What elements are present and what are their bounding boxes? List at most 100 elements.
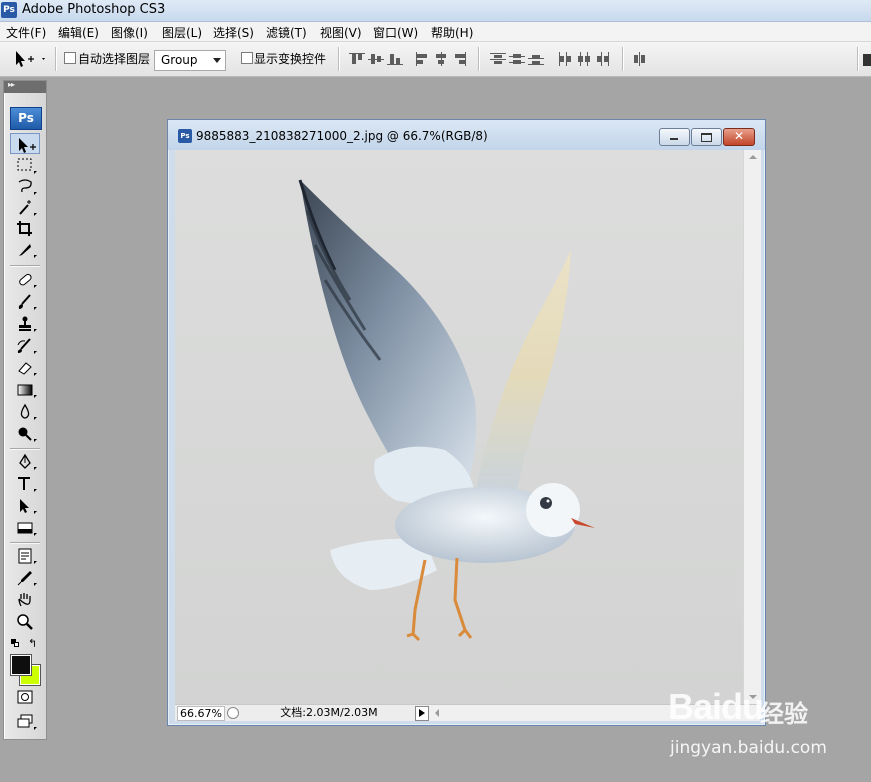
distribute-horizontal-centers-icon[interactable] <box>576 52 592 66</box>
document-size-info: 文档:2.03M/2.03M <box>280 706 378 719</box>
lasso-icon <box>18 179 32 193</box>
menu-bar: 文件(F) 编辑(E) 图像(I) 图层(L) 选择(S) 滤镜(T) 视图(V… <box>0 22 871 42</box>
options-separator <box>622 47 624 71</box>
align-vertical-centers-icon[interactable] <box>368 52 384 66</box>
maximize-button[interactable] <box>691 128 722 146</box>
image-canvas[interactable] <box>175 150 743 704</box>
stamp-icon <box>19 316 31 331</box>
move-tool-icon <box>19 138 36 153</box>
slice-tool[interactable] <box>10 239 40 260</box>
photoshop-logo-icon: Ps <box>1 2 17 18</box>
menu-help[interactable]: 帮助(H) <box>431 24 473 41</box>
eraser-tool[interactable] <box>10 357 40 378</box>
watermark-product: 经验 <box>760 700 808 728</box>
watermark-url: jingyan.baidu.com <box>670 738 827 758</box>
rectangle-tool[interactable] <box>10 517 40 538</box>
options-separator <box>857 47 859 71</box>
menu-filter[interactable]: 滤镜(T) <box>266 24 307 41</box>
toolbox: ▸▸ Ps ↰ <box>3 80 47 740</box>
menu-window[interactable]: 窗口(W) <box>373 24 418 41</box>
close-button[interactable]: ✕ <box>723 128 755 146</box>
history-brush-icon <box>17 338 31 353</box>
notes-tool[interactable] <box>10 545 40 566</box>
marquee-tool[interactable] <box>10 155 40 176</box>
hand-icon <box>18 593 31 607</box>
align-horizontal-centers-icon[interactable] <box>433 52 449 66</box>
close-icon: ✕ <box>734 129 745 143</box>
vertical-scrollbar[interactable] <box>743 150 761 704</box>
swap-colors-icon[interactable]: ↰ <box>28 637 37 650</box>
hand-tool[interactable] <box>10 589 40 610</box>
show-transform-label: 显示变换控件 <box>254 52 327 66</box>
show-transform-checkbox[interactable] <box>241 52 253 64</box>
align-top-edges-icon[interactable] <box>349 52 365 66</box>
screen-mode-tool[interactable] <box>10 711 40 732</box>
menu-image[interactable]: 图像(I) <box>111 24 148 41</box>
document-titlebar[interactable]: Ps 9885883_210838271000_2.jpg @ 66.7%(RG… <box>168 120 765 150</box>
minimize-button[interactable] <box>659 128 690 146</box>
clone-stamp-tool[interactable] <box>10 313 40 334</box>
menu-edit[interactable]: 编辑(E) <box>58 24 99 41</box>
brush-tool[interactable] <box>10 291 40 312</box>
toolbox-grip[interactable]: ▸▸ <box>4 80 46 93</box>
status-menu-button[interactable] <box>415 706 429 721</box>
blur-tool[interactable] <box>10 401 40 422</box>
menu-file[interactable]: 文件(F) <box>6 24 46 41</box>
align-bottom-edges-icon[interactable] <box>387 52 403 66</box>
pen-tool[interactable] <box>10 451 40 472</box>
toolbox-divider <box>10 265 40 267</box>
scroll-up-icon[interactable] <box>749 155 757 159</box>
scroll-left-icon[interactable] <box>435 709 439 717</box>
distribute-right-edges-icon[interactable] <box>595 52 611 66</box>
pen-nib-icon <box>19 453 31 469</box>
palette-well-icon[interactable] <box>863 54 871 66</box>
distribute-top-edges-icon[interactable] <box>490 52 506 66</box>
options-bar: 自动选择图层 Group 显示变换控件 <box>0 42 871 77</box>
minimize-icon <box>670 138 678 140</box>
dodge-tool[interactable] <box>10 423 40 444</box>
document-window: Ps 9885883_210838271000_2.jpg @ 66.7%(RG… <box>167 119 766 726</box>
align-left-edges-icon[interactable] <box>414 52 430 66</box>
type-tool[interactable] <box>10 473 40 494</box>
zoom-tool[interactable] <box>10 611 40 632</box>
align-right-edges-icon[interactable] <box>452 52 468 66</box>
menu-layer[interactable]: 图层(L) <box>162 24 202 41</box>
quick-mask-tool[interactable] <box>10 687 40 708</box>
default-colors-icon[interactable] <box>11 639 19 647</box>
move-tool-preset-icon <box>16 51 45 67</box>
gradient-tool[interactable] <box>10 379 40 400</box>
menu-view[interactable]: 视图(V) <box>320 24 362 41</box>
foreground-color-swatch[interactable] <box>10 654 32 676</box>
distribute-vertical-centers-icon[interactable] <box>509 52 525 66</box>
tool-preset-picker[interactable] <box>10 48 48 70</box>
healing-brush-tool[interactable] <box>10 269 40 290</box>
app-titlebar: Ps Adobe Photoshop CS3 <box>0 0 871 22</box>
move-tool[interactable] <box>10 133 40 154</box>
photoshop-toolbox-logo[interactable]: Ps <box>10 107 42 130</box>
quick-mask-icon <box>17 690 33 704</box>
magic-wand-tool[interactable] <box>10 197 40 218</box>
chevron-down-icon <box>213 58 221 63</box>
auto-select-checkbox[interactable] <box>64 52 76 64</box>
history-brush-tool[interactable] <box>10 335 40 356</box>
toolbox-divider <box>10 448 40 450</box>
bandage-icon <box>19 273 32 286</box>
path-selection-tool[interactable] <box>10 495 40 516</box>
maximize-icon <box>701 133 712 142</box>
auto-select-target-dropdown[interactable]: Group <box>154 50 226 71</box>
distribute-bottom-edges-icon[interactable] <box>528 52 544 66</box>
eraser-icon <box>18 362 32 375</box>
auto-select-target-value: Group <box>161 53 198 67</box>
gradient-icon <box>17 384 33 396</box>
crop-tool[interactable] <box>10 218 40 239</box>
lasso-tool[interactable] <box>10 176 40 197</box>
auto-select-label: 自动选择图层 <box>78 52 151 66</box>
eyedropper-tool[interactable] <box>10 567 40 588</box>
watermark-brand: Baidu <box>668 686 764 727</box>
distribute-left-edges-icon[interactable] <box>557 52 573 66</box>
baidu-jingyan-watermark: Baidu 经验 jingyan.baidu.com <box>668 686 863 766</box>
menu-select[interactable]: 选择(S) <box>213 24 254 41</box>
status-info-icon[interactable] <box>227 707 239 719</box>
auto-align-layers-icon[interactable] <box>632 52 648 66</box>
zoom-level-field[interactable]: 66.67% <box>177 706 225 721</box>
